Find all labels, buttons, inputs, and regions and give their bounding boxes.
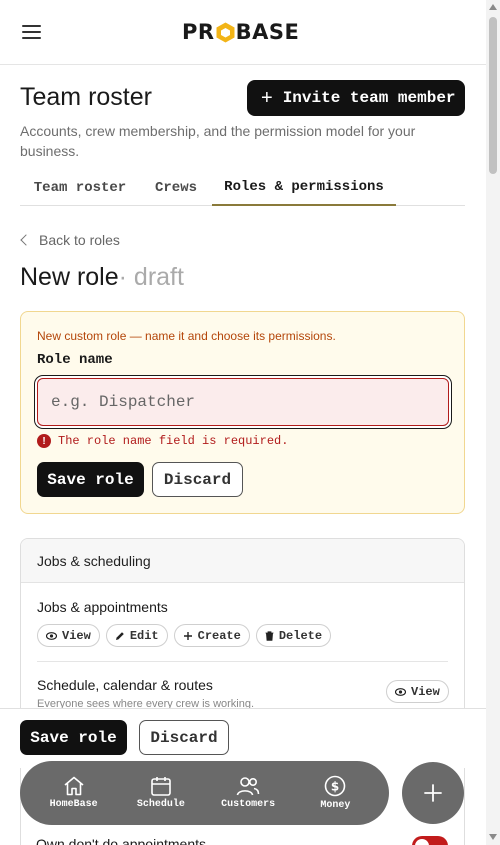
permission-view-chip[interactable]: View bbox=[37, 624, 100, 647]
scrollbar-thumb[interactable] bbox=[489, 17, 497, 174]
role-title-text: New role bbox=[20, 263, 119, 291]
nav-homebase[interactable]: HomeBase bbox=[34, 776, 114, 810]
chip-label: Delete bbox=[278, 628, 323, 643]
users-icon bbox=[236, 777, 260, 796]
quick-add-button[interactable] bbox=[402, 762, 464, 824]
save-role-button[interactable]: Save role bbox=[37, 462, 144, 497]
invite-button-label: Invite team member bbox=[282, 89, 456, 107]
chip-label: Create bbox=[197, 628, 241, 643]
chevron-left-icon bbox=[20, 234, 32, 246]
scrollbar[interactable] bbox=[486, 0, 500, 845]
nav-label: HomeBase bbox=[49, 799, 98, 810]
role-name-error-text: The role name field is required. bbox=[58, 434, 289, 448]
tab-team-roster[interactable]: Team roster bbox=[20, 170, 140, 205]
sticky-save-bar: Save role Discard bbox=[0, 708, 486, 768]
permission-row-title: Schedule, calendar & routes bbox=[37, 677, 213, 693]
chip-label: Edit bbox=[129, 628, 159, 643]
permission-row-title: Jobs & appointments bbox=[37, 599, 168, 615]
page-title: Team roster bbox=[20, 83, 152, 111]
new-role-panel: New custom role — name it and choose its… bbox=[20, 311, 465, 514]
tab-bar: Team roster Crews Roles & permissions bbox=[20, 170, 465, 206]
chip-label: View bbox=[411, 684, 440, 699]
nav-schedule[interactable]: Schedule bbox=[121, 776, 201, 810]
role-name-input[interactable] bbox=[37, 378, 449, 426]
eye-icon bbox=[46, 631, 57, 640]
plus-icon bbox=[183, 631, 192, 640]
invite-member-button[interactable]: + Invite team member bbox=[247, 80, 465, 116]
nav-label: Schedule bbox=[136, 799, 185, 810]
permission-group-header: Jobs & scheduling bbox=[21, 539, 464, 583]
row-divider bbox=[37, 661, 448, 662]
bottom-nav: HomeBase Schedule Customers $ Money bbox=[20, 761, 389, 825]
tab-crews[interactable]: Crews bbox=[140, 170, 212, 205]
hex-logo-icon bbox=[216, 22, 235, 43]
nav-customers[interactable]: Customers bbox=[208, 776, 288, 810]
top-bar: PR BASE bbox=[0, 0, 486, 65]
trash-icon bbox=[265, 630, 274, 641]
plus-icon bbox=[424, 784, 442, 802]
pencil-icon bbox=[115, 631, 124, 640]
role-name-label: Role name bbox=[37, 352, 113, 368]
dollar-icon: $ bbox=[325, 775, 346, 797]
role-title: New role· draft bbox=[20, 263, 184, 292]
role-status: · draft bbox=[118, 263, 184, 291]
plus-icon: + bbox=[261, 87, 273, 109]
menu-icon[interactable] bbox=[22, 24, 42, 40]
permission-edit-chip[interactable]: Edit bbox=[105, 624, 168, 647]
eye-icon bbox=[395, 687, 406, 696]
scroll-up-icon[interactable] bbox=[489, 4, 497, 10]
svg-text:$: $ bbox=[331, 780, 339, 794]
discard-button[interactable]: Discard bbox=[152, 462, 243, 497]
permission-actions: View Edit Create Delete bbox=[37, 624, 332, 647]
nav-label: Money bbox=[320, 800, 351, 811]
calendar-icon bbox=[151, 777, 171, 796]
back-link-label: Back to roles bbox=[39, 232, 120, 248]
nav-label: Customers bbox=[221, 799, 276, 810]
sticky-save-role-button[interactable]: Save role bbox=[20, 720, 127, 755]
new-role-notice: New custom role — name it and choose its… bbox=[37, 329, 336, 343]
brand-logo[interactable]: PR BASE bbox=[182, 19, 299, 45]
permission-toggle[interactable] bbox=[412, 836, 448, 845]
error-icon: ! bbox=[37, 434, 51, 448]
nav-money[interactable]: $ Money bbox=[295, 775, 375, 811]
permission-view-chip[interactable]: View bbox=[386, 680, 449, 703]
permission-create-chip[interactable]: Create bbox=[173, 624, 250, 647]
back-to-roles-link[interactable]: Back to roles bbox=[20, 232, 120, 248]
chip-label: View bbox=[62, 628, 91, 643]
permission-row-peek: Own don't do appointments bbox=[36, 836, 207, 845]
permission-delete-chip[interactable]: Delete bbox=[255, 624, 332, 647]
home-icon bbox=[64, 776, 84, 796]
role-name-error: ! The role name field is required. bbox=[37, 434, 288, 448]
tab-roles-permissions[interactable]: Roles & permissions bbox=[212, 170, 396, 206]
sticky-discard-button[interactable]: Discard bbox=[139, 720, 229, 755]
scroll-down-icon[interactable] bbox=[489, 834, 497, 840]
page-subtitle: Accounts, crew membership, and the permi… bbox=[20, 123, 416, 159]
